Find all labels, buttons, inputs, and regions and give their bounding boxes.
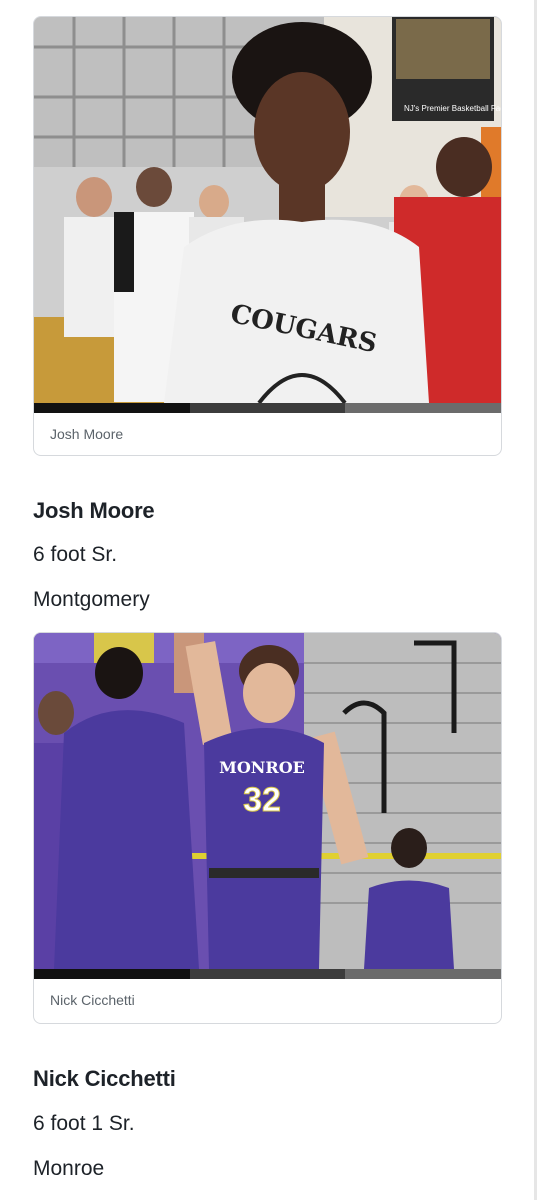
player-school: Montgomery [33,588,150,611]
slide-progress-segment [34,969,190,979]
slide-progress [34,403,501,413]
slide-progress-segment [345,969,501,979]
player-height-class: 6 foot Sr. [33,543,118,566]
slide-progress-segment [189,969,346,979]
player-name: Josh Moore [33,498,155,523]
photo-caption: Nick Cicchetti [50,992,135,1008]
player-name: Nick Cicchetti [33,1066,176,1091]
slide-progress-segment [189,403,346,413]
slide-progress-segment [345,403,501,413]
jersey-text: MONROE [219,758,305,777]
jersey-number: 32 [243,781,281,819]
banner-text: NJ's Premier Basketball Facility [404,104,501,113]
gym-banner: NJ's Premier Basketball Facility [392,17,501,121]
player-school: Monroe [33,1157,105,1180]
photo-card[interactable]: NJ's Premier Basketball Facility [33,16,502,456]
photo-caption: Josh Moore [50,426,124,442]
slide-progress-segment [34,403,190,413]
player-height-class: 6 foot 1 Sr. [33,1112,135,1135]
slide-progress [34,969,501,979]
player-photo[interactable]: NJ's Premier Basketball Facility [34,17,501,403]
photo-card[interactable]: MONROE 32 Nick Cicchetti [33,632,502,1024]
player-photo[interactable]: MONROE 32 [34,633,501,969]
